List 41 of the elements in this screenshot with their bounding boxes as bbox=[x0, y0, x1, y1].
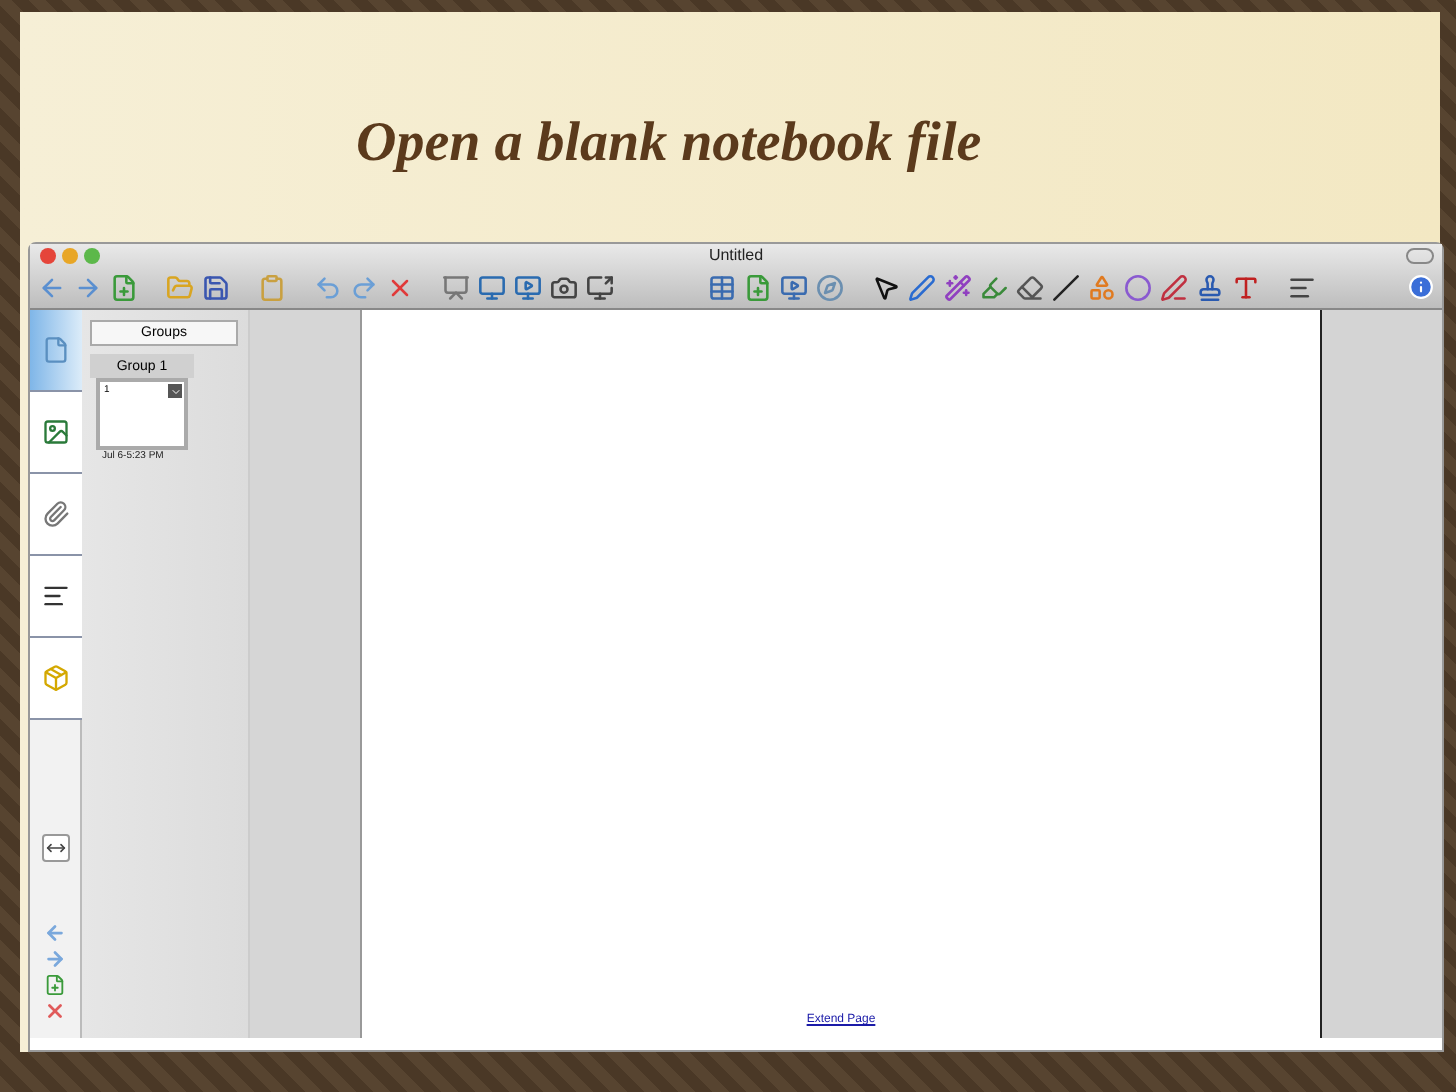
pointer-icon[interactable] bbox=[871, 273, 899, 301]
next-page-button[interactable] bbox=[44, 948, 66, 970]
add-page-button[interactable] bbox=[44, 974, 66, 996]
monitor-play-icon[interactable] bbox=[514, 273, 542, 301]
previous-page-button[interactable] bbox=[44, 922, 66, 944]
dropdown-icon[interactable] bbox=[168, 384, 182, 398]
sidebar-tab[interactable] bbox=[30, 556, 82, 638]
zoom-button[interactable] bbox=[84, 248, 100, 264]
info-icon[interactable] bbox=[1408, 274, 1434, 300]
redo-icon[interactable] bbox=[350, 273, 378, 301]
clipboard-icon[interactable] bbox=[258, 273, 286, 301]
text-icon[interactable] bbox=[1231, 273, 1259, 301]
double-arrow-icon bbox=[45, 838, 65, 858]
eraser-icon[interactable] bbox=[1015, 273, 1043, 301]
delete-page-button[interactable] bbox=[44, 1000, 66, 1022]
pen-line-icon[interactable] bbox=[1159, 273, 1187, 301]
package-icon bbox=[42, 664, 70, 692]
window-title: Untitled bbox=[708, 246, 764, 264]
add-page-icon[interactable] bbox=[110, 273, 138, 301]
picture-icon bbox=[42, 418, 70, 446]
properties-icon bbox=[42, 582, 70, 610]
pen-icon[interactable] bbox=[907, 273, 935, 301]
stamp-icon[interactable] bbox=[1195, 273, 1223, 301]
highlighter-icon[interactable] bbox=[979, 273, 1007, 301]
save-icon[interactable] bbox=[202, 273, 230, 301]
line-icon[interactable] bbox=[1051, 273, 1079, 301]
resize-sidebar-button[interactable] bbox=[41, 834, 69, 862]
toolbar-toggle-button[interactable] bbox=[1406, 248, 1434, 264]
minimize-button[interactable] bbox=[62, 248, 78, 264]
page-icon bbox=[42, 336, 70, 364]
circle-icon[interactable] bbox=[1123, 273, 1151, 301]
camera-icon[interactable] bbox=[550, 273, 578, 301]
table-icon[interactable] bbox=[707, 273, 735, 301]
paperclip-icon bbox=[42, 500, 70, 528]
insert-icon[interactable] bbox=[743, 273, 771, 301]
magic-pen-icon[interactable] bbox=[943, 273, 971, 301]
monitor-icon[interactable] bbox=[478, 273, 506, 301]
close-button[interactable] bbox=[40, 248, 56, 264]
compass-icon[interactable] bbox=[815, 273, 843, 301]
undo-icon[interactable] bbox=[314, 273, 342, 301]
slide-title: Open a blank notebook file bbox=[354, 110, 984, 178]
